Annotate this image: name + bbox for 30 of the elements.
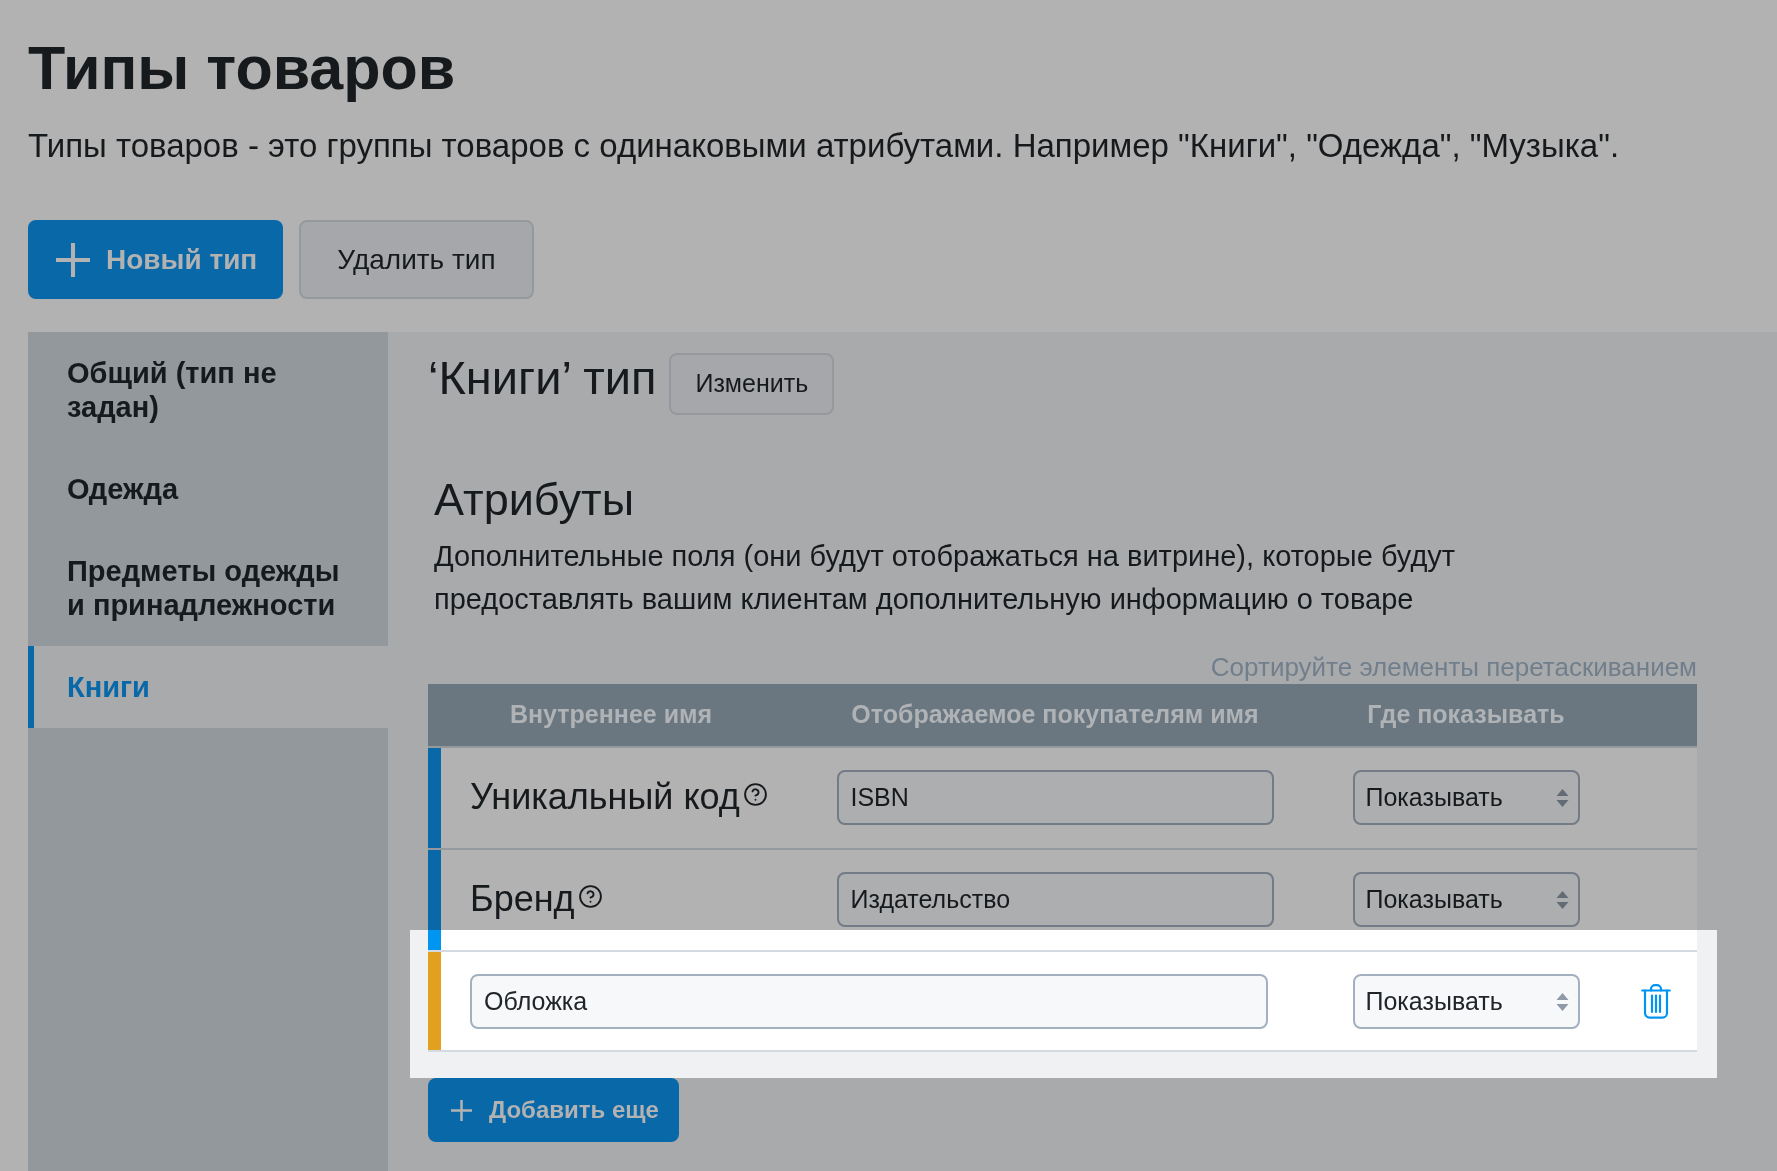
column-header: Где показывать	[1367, 699, 1565, 731]
page-description: Типы товаров - это группы товаров с одинаковыми атрибутами. Например "Книги", "Одежда", "Музыка".	[28, 126, 1621, 166]
attribute-name: Уникальный код	[470, 777, 740, 817]
attribute-name: Бренд	[470, 879, 575, 919]
edit-button[interactable]: Изменить	[669, 353, 835, 415]
attribute-name-input[interactable]: Обложка	[470, 974, 1268, 1029]
trash-icon[interactable]	[1641, 984, 1671, 1019]
sidebar-item[interactable]: Одежда	[28, 448, 388, 530]
sort-hint: Сортируйте элементы перетаскиванием	[1210, 652, 1697, 682]
type-title: ‘Книги’ тип	[428, 351, 657, 405]
display-name-input[interactable]: ISBN	[836, 770, 1274, 825]
sidebar-item[interactable]: Предметы одежды и принадлежности	[28, 530, 388, 646]
up-down-caret-icon	[1555, 787, 1569, 808]
section-description: Дополнительные поля (они будут отображаться на витрине), которые будут предоставлять вашим клиентам дополнительную информацию о товаре	[434, 539, 1457, 617]
plus-icon	[56, 242, 90, 277]
visibility-select[interactable]: Показывать	[1352, 770, 1580, 825]
delete-type-button[interactable]: Удалить тип	[299, 220, 534, 299]
plus-icon	[451, 1099, 472, 1121]
visibility-select[interactable]: Показывать	[1352, 974, 1580, 1029]
up-down-caret-icon	[1555, 889, 1569, 910]
visibility-select[interactable]: Показывать	[1352, 872, 1580, 927]
up-down-caret-icon	[1555, 991, 1569, 1012]
page-title: Типы товаров	[28, 33, 457, 104]
column-header: Внутреннее имя	[509, 699, 713, 731]
section-title: Атрибуты	[434, 474, 636, 526]
help-icon[interactable]	[742, 782, 768, 807]
sidebar-item[interactable]: Общий (тип не задан)	[28, 332, 388, 448]
column-header: Отображаемое покупателям имя	[851, 699, 1259, 731]
help-icon[interactable]	[577, 884, 603, 909]
display-name-input[interactable]: Издательство	[836, 872, 1274, 927]
